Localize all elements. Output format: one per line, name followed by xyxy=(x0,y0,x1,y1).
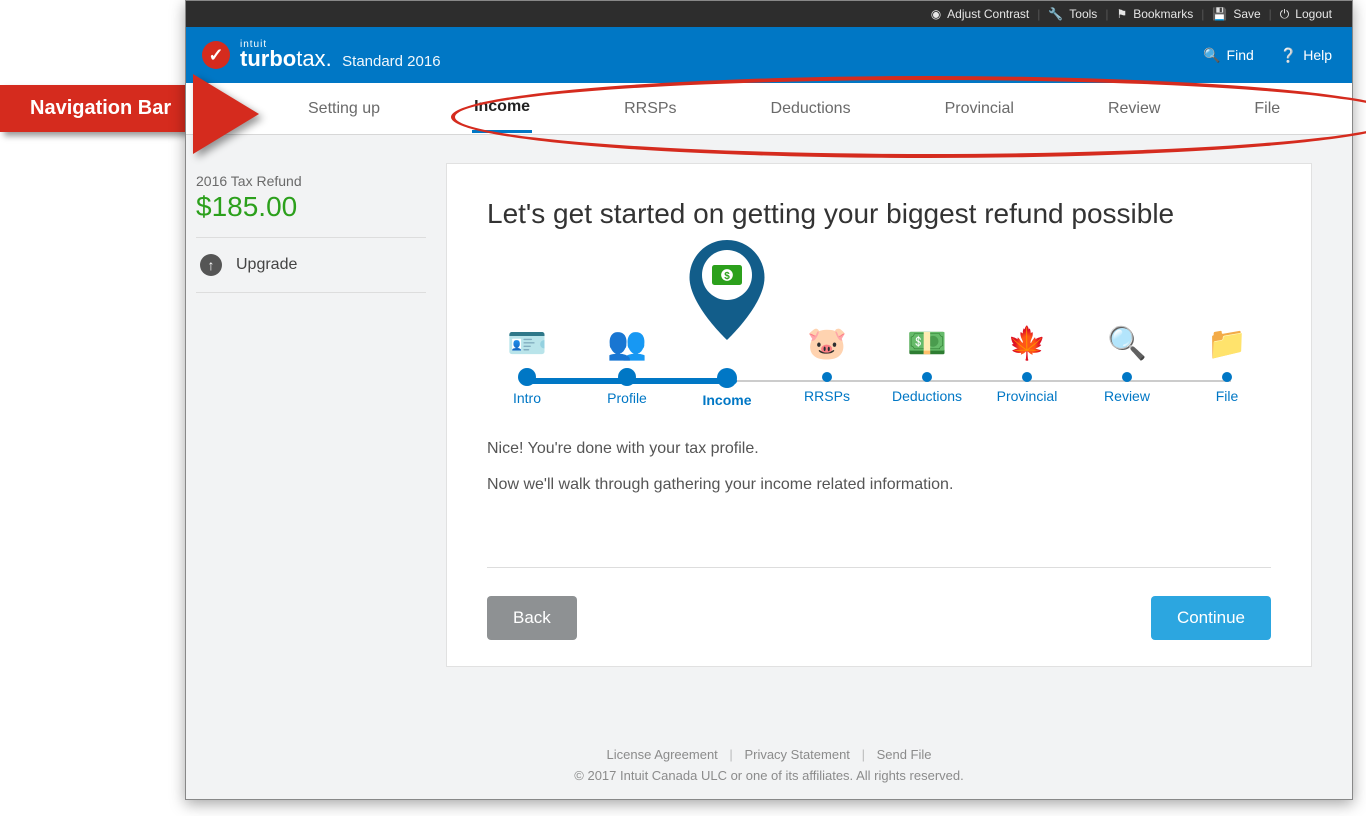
step-review[interactable]: 🔍 Review xyxy=(1087,258,1167,404)
location-pin-icon: $ xyxy=(683,240,771,340)
step-intro[interactable]: 🪪 Intro xyxy=(487,258,567,406)
bookmarks-label: Bookmarks xyxy=(1133,7,1193,21)
intro-text-1: Nice! You're done with your tax profile. xyxy=(487,436,1271,462)
nav-item-provincial[interactable]: Provincial xyxy=(943,86,1016,132)
save-label: Save xyxy=(1233,7,1260,21)
step-label: Deductions xyxy=(887,388,967,404)
step-label: Review xyxy=(1087,388,1167,404)
step-profile[interactable]: 👥 Profile xyxy=(587,258,667,406)
step-label: RRSPs xyxy=(787,388,867,404)
privacy-link[interactable]: Privacy Statement xyxy=(736,747,858,762)
upgrade-arrow-icon: ↑ xyxy=(200,254,222,276)
adjust-contrast-label: Adjust Contrast xyxy=(947,7,1029,21)
find-label: Find xyxy=(1227,47,1254,63)
nav-item-income[interactable]: Income xyxy=(472,84,532,133)
nav-item-rrsps[interactable]: RRSPs xyxy=(622,86,678,132)
id-card-icon: 🪪 xyxy=(507,324,547,362)
main-card: Let's get started on getting your bigges… xyxy=(446,163,1312,667)
send-file-link[interactable]: Send File xyxy=(869,747,940,762)
wrench-icon: 🔧 xyxy=(1048,7,1063,21)
flag-icon: ⚑ xyxy=(1116,7,1127,21)
magnifier-folder-icon: 🔍 xyxy=(1107,324,1147,362)
license-link[interactable]: License Agreement xyxy=(599,747,726,762)
logout-label: Logout xyxy=(1295,7,1332,21)
step-rrsps[interactable]: 🐷 RRSPs xyxy=(787,258,867,404)
product-name: turbotax. xyxy=(240,46,332,71)
search-icon: 🔍 xyxy=(1203,47,1220,64)
bookmarks-button[interactable]: ⚑ Bookmarks xyxy=(1108,7,1201,21)
refund-label: 2016 Tax Refund xyxy=(196,173,426,189)
page-heading: Let's get started on getting your bigges… xyxy=(487,198,1271,230)
logo-icon: ✓ xyxy=(202,41,230,69)
brand-bar: ✓ intuit turbotax. Standard 2016 🔍 Find … xyxy=(186,27,1352,83)
nav-bar: Setting up Income RRSPs Deductions Provi… xyxy=(186,83,1352,135)
logout-button[interactable]: ⏻ Logout xyxy=(1272,7,1340,22)
tools-button[interactable]: 🔧 Tools xyxy=(1040,7,1105,21)
help-button[interactable]: ❔ Help xyxy=(1280,47,1332,64)
nav-item-setting-up[interactable]: Setting up xyxy=(306,86,382,132)
intro-text-2: Now we'll walk through gathering your in… xyxy=(487,472,1271,498)
step-income[interactable]: $ Income xyxy=(687,258,767,408)
cash-hand-icon: 💵 xyxy=(907,324,947,362)
top-toolbar: ◉ Adjust Contrast | 🔧 Tools | ⚑ Bookmark… xyxy=(186,1,1352,27)
step-label: Provincial xyxy=(987,388,1067,404)
upgrade-button[interactable]: ↑ Upgrade xyxy=(196,238,426,293)
tools-label: Tools xyxy=(1069,7,1097,21)
save-button[interactable]: 💾 Save xyxy=(1204,7,1268,21)
step-label: Income xyxy=(687,392,767,408)
sidebar: 2016 Tax Refund $185.00 ↑ Upgrade xyxy=(186,163,446,667)
help-label: Help xyxy=(1303,47,1332,63)
step-provincial[interactable]: 🍁 Provincial xyxy=(987,258,1067,404)
help-icon: ❔ xyxy=(1280,47,1297,64)
eye-icon: ◉ xyxy=(931,7,941,21)
back-button[interactable]: Back xyxy=(487,596,577,640)
save-icon: 💾 xyxy=(1212,7,1227,21)
edition-label: Standard 2016 xyxy=(342,53,440,70)
step-file[interactable]: 📁 File xyxy=(1187,258,1267,404)
piggy-bank-icon: 🐷 xyxy=(807,324,847,362)
continue-button[interactable]: Continue xyxy=(1151,596,1271,640)
folder-check-icon: 📁 xyxy=(1207,324,1247,362)
refund-amount: $185.00 xyxy=(196,191,426,223)
power-icon: ⏻ xyxy=(1280,7,1290,22)
find-button[interactable]: 🔍 Find xyxy=(1203,47,1254,64)
step-label: File xyxy=(1187,388,1267,404)
nav-item-deductions[interactable]: Deductions xyxy=(769,86,853,132)
canada-map-icon: 🍁 xyxy=(1007,324,1047,362)
nav-item-review[interactable]: Review xyxy=(1106,86,1162,132)
page-footer: License Agreement | Privacy Statement | … xyxy=(186,747,1352,783)
step-deductions[interactable]: 💵 Deductions xyxy=(887,258,967,404)
step-label: Profile xyxy=(587,390,667,406)
people-icon: 👥 xyxy=(607,324,647,362)
annotation-arrow: Navigation Bar xyxy=(0,85,189,132)
step-label: Intro xyxy=(487,390,567,406)
svg-text:$: $ xyxy=(724,271,730,282)
copyright-text: © 2017 Intuit Canada ULC or one of its a… xyxy=(186,768,1352,783)
nav-item-file[interactable]: File xyxy=(1252,86,1282,132)
upgrade-label: Upgrade xyxy=(236,256,297,274)
annotation-arrow-tip xyxy=(193,74,259,154)
annotation-label: Navigation Bar xyxy=(0,85,189,132)
progress-tracker: 🪪 Intro 👥 Profile $ xyxy=(487,258,1271,418)
adjust-contrast-button[interactable]: ◉ Adjust Contrast xyxy=(923,7,1038,21)
app-window: ◉ Adjust Contrast | 🔧 Tools | ⚑ Bookmark… xyxy=(185,0,1353,800)
